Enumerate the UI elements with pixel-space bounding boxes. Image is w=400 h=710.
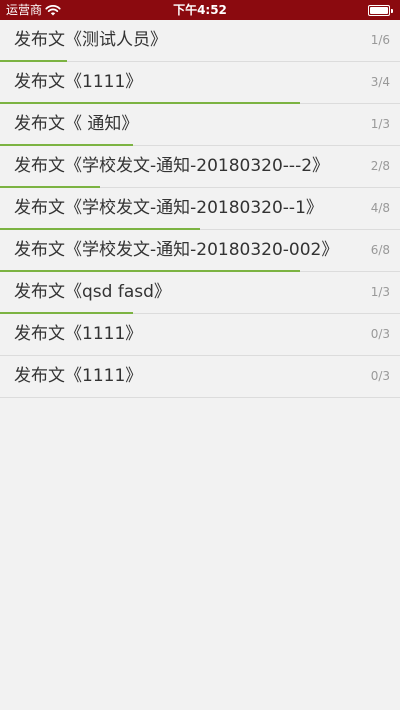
document-title: 发布文《qsd fasd》 bbox=[14, 282, 171, 302]
document-row[interactable]: 发布文《1111》 0/3 bbox=[0, 314, 400, 356]
read-count: 4/8 bbox=[370, 201, 390, 215]
document-title: 发布文《1111》 bbox=[14, 72, 143, 92]
read-count: 1/3 bbox=[370, 117, 390, 131]
document-row[interactable]: 发布文《1111》 3/4 bbox=[0, 62, 400, 104]
read-count: 3/4 bbox=[370, 75, 390, 89]
document-row[interactable]: 发布文《1111》 0/3 bbox=[0, 356, 400, 398]
document-title: 发布文《测试人员》 bbox=[14, 30, 167, 50]
document-row[interactable]: 发布文《测试人员》 1/6 bbox=[0, 20, 400, 62]
document-title: 发布文《学校发文-通知-20180320---2》 bbox=[14, 156, 330, 176]
document-list: 发布文《测试人员》 1/6 发布文《1111》 3/4 发布文《 通知》 1/3 发布文《学… bbox=[0, 20, 400, 398]
document-row[interactable]: 发布文《学校发文-通知-20180320-002》 6/8 bbox=[0, 230, 400, 272]
document-row[interactable]: 发布文《 通知》 1/3 bbox=[0, 104, 400, 146]
document-title: 发布文《1111》 bbox=[14, 366, 143, 386]
read-count: 0/3 bbox=[370, 369, 390, 383]
document-title: 发布文《学校发文-通知-20180320--1》 bbox=[14, 198, 323, 218]
read-count: 0/3 bbox=[370, 327, 390, 341]
document-row[interactable]: 发布文《qsd fasd》 1/3 bbox=[0, 272, 400, 314]
document-row[interactable]: 发布文《学校发文-通知-20180320---2》 2/8 bbox=[0, 146, 400, 188]
read-count: 1/3 bbox=[370, 285, 390, 299]
status-bar: 运营商 下午4:52 bbox=[0, 0, 400, 20]
read-count: 6/8 bbox=[370, 243, 390, 257]
clock: 下午4:52 bbox=[173, 3, 227, 17]
document-title: 发布文《 通知》 bbox=[14, 114, 139, 134]
document-title: 发布文《学校发文-通知-20180320-002》 bbox=[14, 240, 339, 260]
read-count: 1/6 bbox=[370, 33, 390, 47]
battery-icon bbox=[368, 5, 393, 16]
document-row[interactable]: 发布文《学校发文-通知-20180320--1》 4/8 bbox=[0, 188, 400, 230]
read-count: 2/8 bbox=[370, 159, 390, 173]
document-title: 发布文《1111》 bbox=[14, 324, 143, 344]
